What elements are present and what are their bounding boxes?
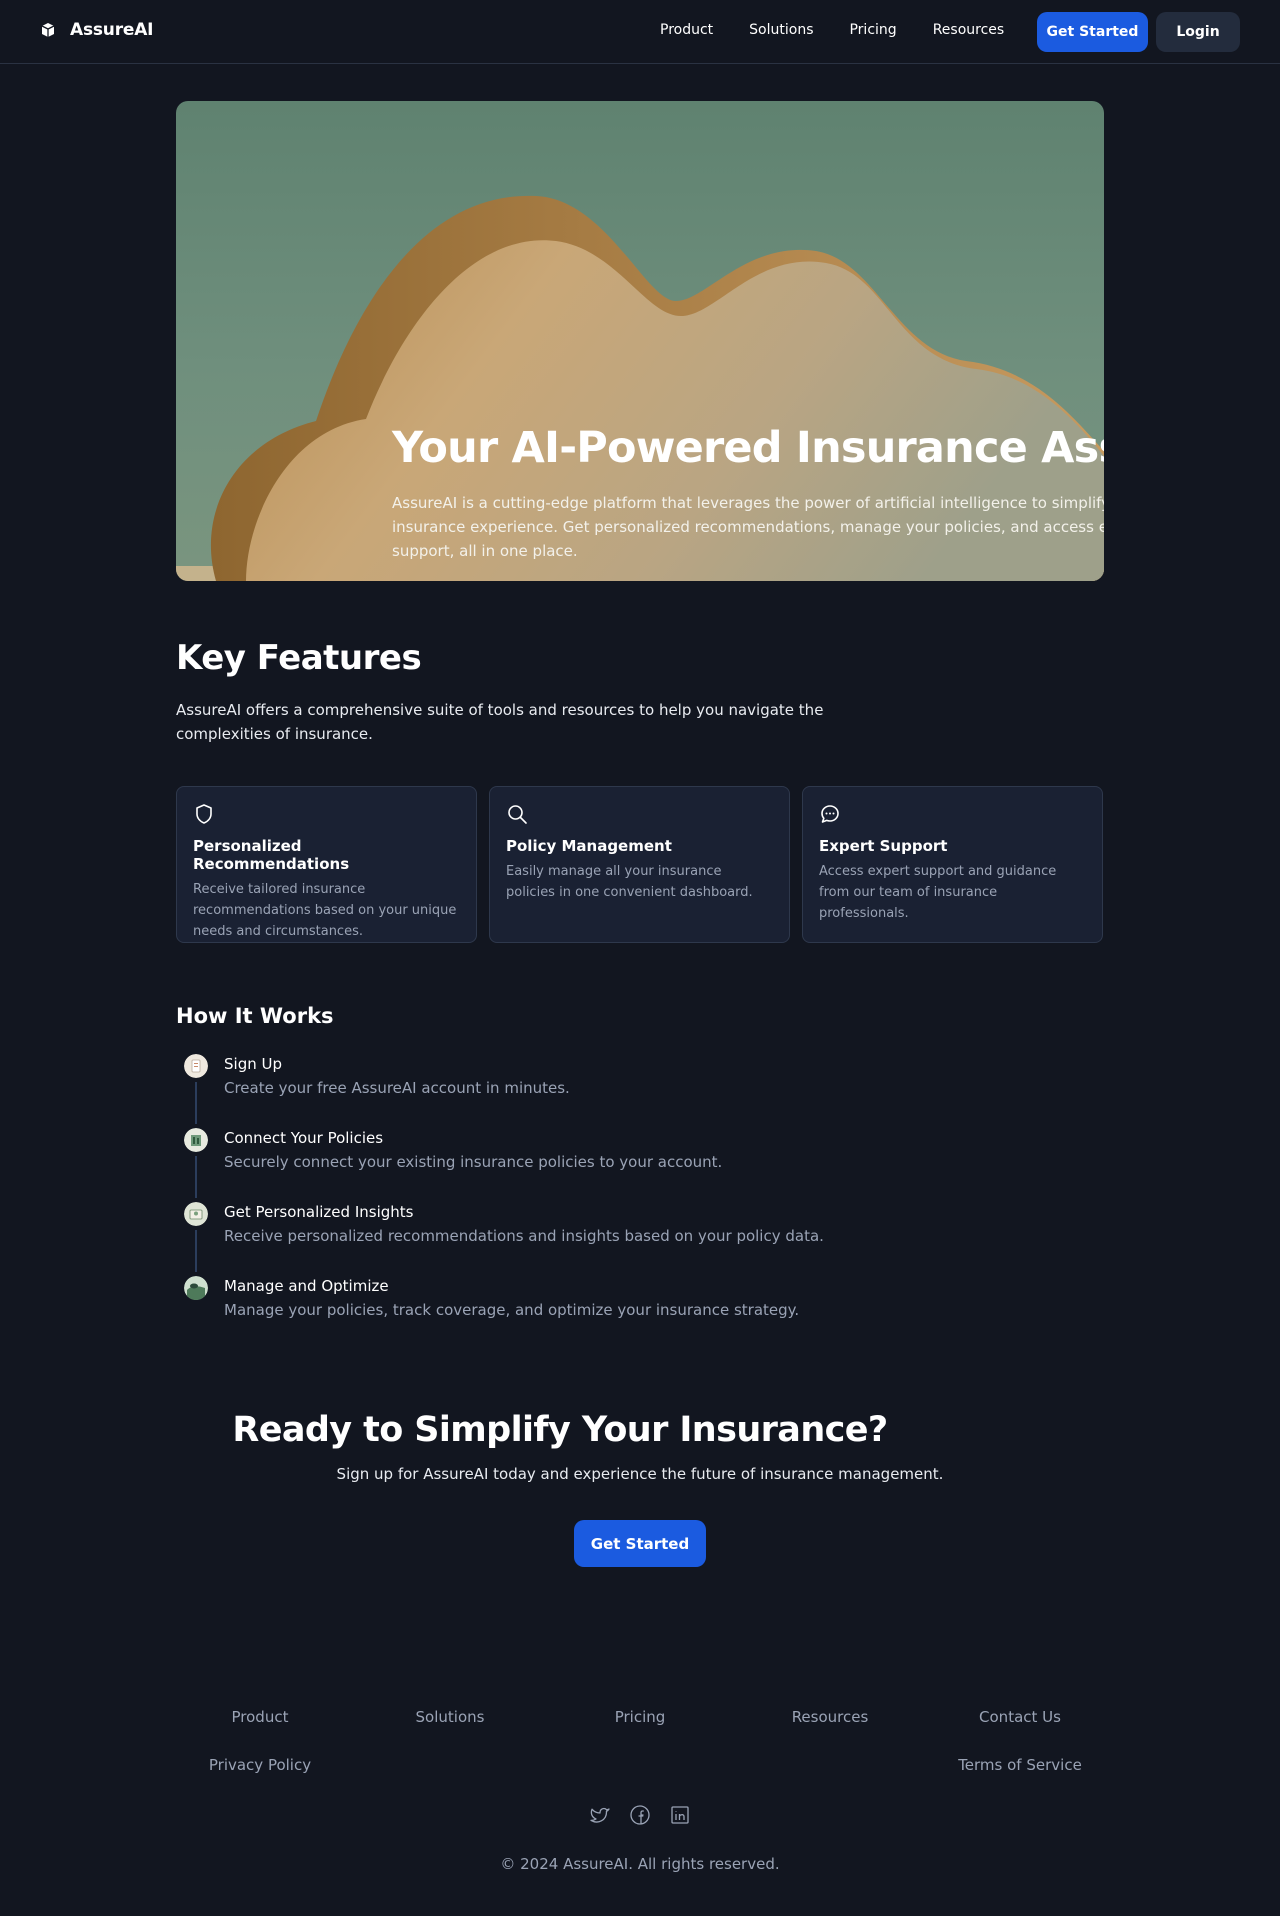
footer-link-contact[interactable]: Contact Us [936,1708,1104,1756]
top-nav-bar: AssureAI Product Solutions Pricing Resou… [0,0,1280,64]
cta-get-started-button[interactable]: Get Started [574,1520,706,1567]
footer-row: Privacy Policy Terms of Service [176,1756,1104,1804]
footer-link-pricing[interactable]: Pricing [556,1708,724,1756]
step-title: Get Personalized Insights [224,1203,414,1221]
nav-link-product[interactable]: Product [660,22,713,38]
step-item: Sign Up Create your free AssureAI accoun… [176,1052,824,1126]
footer-link-resources[interactable]: Resources [746,1708,914,1756]
hero-description: AssureAI is a cutting-edge platform that… [392,494,1104,560]
feature-card-expert-support: Expert Support Access expert support and… [802,786,1103,943]
step-text: Securely connect your existing insurance… [224,1153,723,1171]
step-item: Connect Your Policies Securely connect y… [176,1126,824,1200]
facebook-icon[interactable] [629,1804,651,1826]
feature-card-text: Receive tailored insurance recommendatio… [193,882,457,939]
chat-icon [821,805,839,823]
footer-link-solutions[interactable]: Solutions [366,1708,534,1756]
step-connector [195,1082,197,1124]
footer-links: Product Solutions Pricing Resources Cont… [176,1708,1104,1804]
step-item: Manage and Optimize Manage your policies… [176,1274,824,1348]
feature-card-title: Expert Support [819,837,948,855]
hero-title: Your AI-Powered Insurance Assistant [392,423,1104,473]
step-title: Sign Up [224,1055,282,1073]
policy-document-icon [184,1128,208,1152]
feature-card-recommendations: Personalized Recommendations Receive tai… [176,786,477,943]
nav-link-solutions[interactable]: Solutions [749,22,813,38]
step-text: Receive personalized recommendations and… [224,1227,824,1245]
how-it-works-steps: Sign Up Create your free AssureAI accoun… [176,1052,824,1348]
how-it-works-heading: How It Works [176,1004,334,1028]
brand[interactable]: AssureAI [40,20,153,40]
nav-link-resources[interactable]: Resources [933,22,1005,38]
signup-form-icon [184,1054,208,1078]
footer-row: Product Solutions Pricing Resources Cont… [176,1708,1104,1756]
key-features-heading: Key Features [176,638,422,678]
footer-link-product[interactable]: Product [176,1708,344,1756]
feature-card-policy-management: Policy Management Easily manage all your… [489,786,790,943]
cta-description: Sign up for AssureAI today and experienc… [336,1465,944,1483]
shield-icon [196,804,212,824]
optimize-icon [184,1276,208,1300]
insights-icon [184,1202,208,1226]
brand-name: AssureAI [70,20,154,40]
key-features-intro: AssureAI offers a comprehensive suite of… [176,701,824,743]
step-title: Connect Your Policies [224,1129,384,1147]
copyright-text: © 2024 AssureAI. All rights reserved. [500,1855,780,1873]
nav-link-pricing[interactable]: Pricing [849,22,896,38]
feature-cards: Personalized Recommendations Receive tai… [176,786,1103,943]
feature-card-title: Policy Management [506,837,672,855]
step-item: Get Personalized Insights Receive person… [176,1200,824,1274]
step-connector [195,1230,197,1272]
feature-card-text: Easily manage all your insurance policie… [506,864,753,900]
feature-card-text: Access expert support and guidance from … [819,864,1057,921]
get-started-button[interactable]: Get Started [1037,12,1148,52]
main-nav: Product Solutions Pricing Resources [660,22,1004,38]
feature-card-title: Personalized Recommendations [193,837,350,873]
login-button[interactable]: Login [1156,12,1240,52]
footer-link-privacy[interactable]: Privacy Policy [176,1756,344,1804]
hero-banner: Your AI-Powered Insurance Assistant Assu… [176,101,1104,581]
step-title: Manage and Optimize [224,1277,389,1295]
cta-heading: Ready to Simplify Your Insurance? [232,1410,888,1450]
social-links [589,1804,691,1826]
search-icon [508,805,527,824]
cube-icon [41,23,55,37]
step-connector [195,1156,197,1198]
step-text: Create your free AssureAI account in min… [224,1079,570,1097]
footer-link-terms[interactable]: Terms of Service [936,1756,1104,1804]
linkedin-icon[interactable] [669,1804,691,1826]
twitter-icon[interactable] [589,1804,611,1826]
step-text: Manage your policies, track coverage, an… [224,1301,800,1319]
